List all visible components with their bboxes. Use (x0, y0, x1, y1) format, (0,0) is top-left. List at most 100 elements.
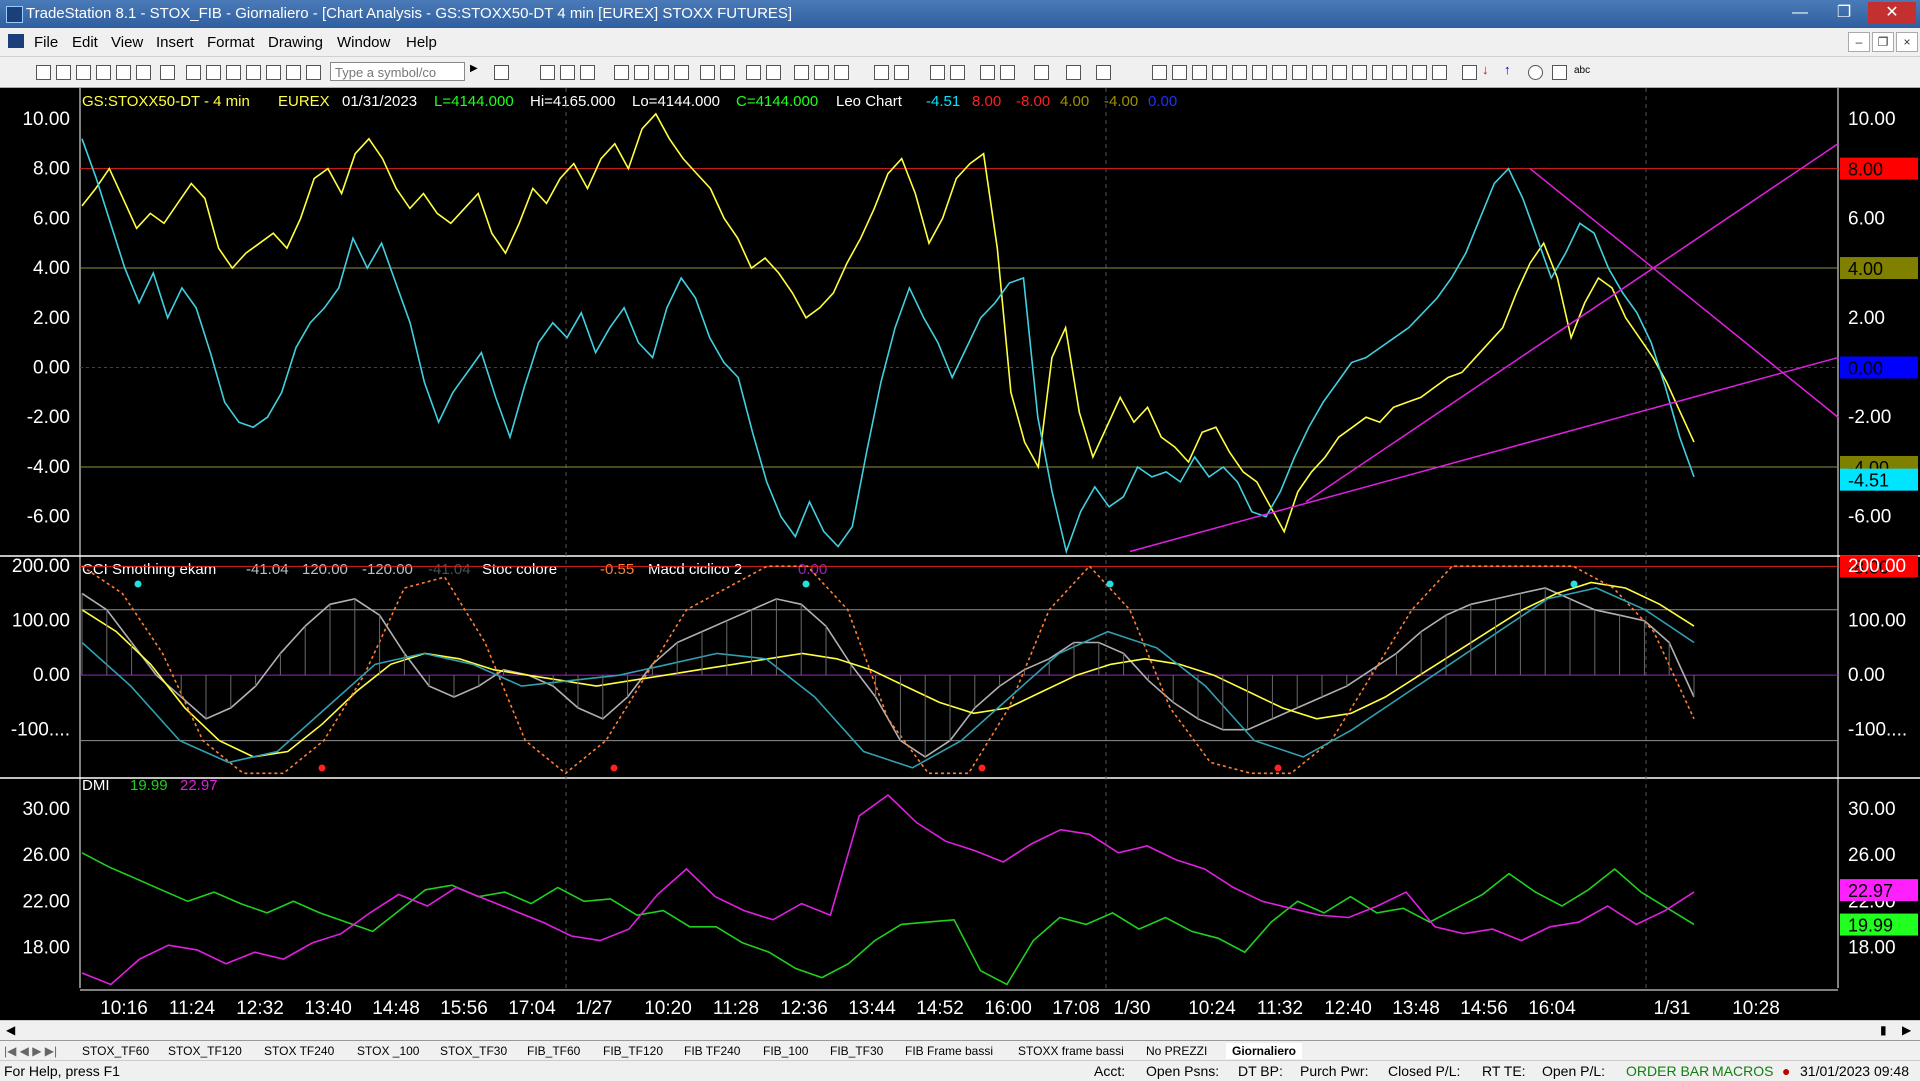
menu-edit[interactable]: Edit (72, 34, 98, 51)
new-workspace-icon[interactable] (96, 65, 111, 80)
tab-stox-tf120[interactable]: STOX_TF120 (168, 1043, 242, 1059)
attach-icon[interactable] (1066, 65, 1081, 80)
tab-stox-tf60[interactable]: STOX_TF60 (82, 1043, 149, 1059)
arrow-down-icon[interactable]: ↓ (1482, 62, 1495, 77)
minimize-button[interactable]: — (1780, 2, 1820, 24)
lookup-icon[interactable] (494, 65, 509, 80)
maximize-button[interactable]: ❐ (1824, 2, 1864, 24)
open-workspace-icon[interactable] (76, 65, 91, 80)
globe-icon[interactable] (286, 65, 301, 80)
menu-format[interactable]: Format (207, 34, 255, 51)
andrews-icon[interactable] (1332, 65, 1347, 80)
trendline-tool-icon[interactable] (1152, 65, 1167, 80)
symbol-input[interactable]: Type a symbol/co (330, 62, 465, 81)
cursor-icon[interactable] (980, 65, 995, 80)
format-icon-2[interactable] (560, 65, 575, 80)
fib-lines-icon[interactable] (1172, 65, 1187, 80)
lock-icon[interactable] (246, 65, 261, 80)
fan-icon[interactable] (1232, 65, 1247, 80)
matrix-icon[interactable] (226, 65, 241, 80)
time-label-10: 12:36 (780, 998, 828, 1019)
series-2-1 (81, 793, 1695, 986)
tab-fib-tf120[interactable]: FIB_TF120 (603, 1043, 663, 1059)
zoom-in-icon[interactable] (930, 65, 945, 80)
mdi-restore-button[interactable]: ❐ (1872, 32, 1894, 52)
text-tool-icon[interactable]: abc (1574, 65, 1596, 78)
tab-stoxx-frame-bassi[interactable]: STOXX frame bassi (1018, 1043, 1124, 1059)
scroll-right-icon[interactable]: ▶ (1902, 1023, 1911, 1037)
order-bar-button[interactable]: ORDER BAR (1626, 1063, 1709, 1079)
scan-icon[interactable] (746, 65, 761, 80)
horizontal-scrollbar[interactable]: ◀ ▮ ▶ (0, 1020, 1920, 1041)
zoom-icon-1[interactable] (874, 65, 889, 80)
tab-no-prezzi[interactable]: No PREZZI (1146, 1043, 1207, 1059)
tab-stox-tf240[interactable]: STOX TF240 (264, 1043, 334, 1059)
check-icon[interactable] (1462, 65, 1477, 80)
analysis-icon-1[interactable] (614, 65, 629, 80)
window-icon-2[interactable] (720, 65, 735, 80)
regression-icon[interactable] (1272, 65, 1287, 80)
tab-fib-frame-bassi[interactable]: FIB Frame bassi (905, 1043, 993, 1059)
tab-fib-tf240[interactable]: FIB TF240 (684, 1043, 740, 1059)
close-button[interactable]: ✕ (1868, 2, 1916, 24)
folder-icon[interactable] (116, 65, 131, 80)
tab-fib-100[interactable]: FIB_100 (763, 1043, 808, 1059)
tab-stox-100[interactable]: STOX _100 (357, 1043, 419, 1059)
tab-stox-tf30[interactable]: STOX_TF30 (440, 1043, 507, 1059)
new-icon[interactable] (36, 65, 51, 80)
scroll-handle-icon[interactable]: ▮ (1880, 1023, 1887, 1037)
mdi-minimize-button[interactable]: – (1848, 32, 1870, 52)
window-icon-1[interactable] (700, 65, 715, 80)
channel-icon[interactable] (1212, 65, 1227, 80)
zoom-icon-2[interactable] (894, 65, 909, 80)
analysis-icon-4[interactable] (674, 65, 689, 80)
menu-drawing[interactable]: Drawing (268, 34, 323, 51)
menu-help[interactable]: Help (406, 34, 437, 51)
speed-lines-icon[interactable] (1312, 65, 1327, 80)
format-icon-1[interactable] (540, 65, 555, 80)
radar-icon[interactable] (206, 65, 221, 80)
tab-giornaliero[interactable]: Giornaliero (1226, 1043, 1303, 1059)
vertical-lines-icon[interactable] (1292, 65, 1307, 80)
bar-chart-icon[interactable] (794, 65, 809, 80)
arrow-up-icon[interactable]: ↑ (1504, 62, 1517, 77)
horizontal-lines-icon[interactable] (1192, 65, 1207, 80)
rectangle-icon[interactable] (1552, 65, 1567, 80)
menu-view[interactable]: View (111, 34, 143, 51)
format-icon-3[interactable] (580, 65, 595, 80)
measure-icon[interactable] (1392, 65, 1407, 80)
zoom-out-icon[interactable] (950, 65, 965, 80)
analysis-icon-3[interactable] (654, 65, 669, 80)
menu-insert[interactable]: Insert (156, 34, 194, 51)
ellipse-icon[interactable] (1528, 65, 1543, 80)
analysis-icon-2[interactable] (634, 65, 649, 80)
link-icon[interactable] (266, 65, 281, 80)
print-icon[interactable] (160, 65, 175, 80)
tab-fib-tf30[interactable]: FIB_TF30 (830, 1043, 883, 1059)
tab-fib-tf60[interactable]: FIB_TF60 (527, 1043, 580, 1059)
pitchfork-icon[interactable] (1412, 65, 1427, 80)
hammer-icon[interactable] (1034, 65, 1049, 80)
binoculars-icon[interactable] (766, 65, 781, 80)
crosshair-icon[interactable] (1000, 65, 1015, 80)
money-icon[interactable] (306, 65, 321, 80)
menu-file[interactable]: File (34, 34, 58, 51)
macros-button[interactable]: MACROS (1712, 1063, 1773, 1079)
mdi-close-button[interactable]: × (1896, 32, 1918, 52)
menu-window[interactable]: Window (337, 34, 390, 51)
scroll-left-icon[interactable]: ◀ (6, 1023, 15, 1037)
indicator-value-2: 8.00 (972, 93, 1001, 110)
play-icon[interactable]: ▶ (470, 63, 483, 76)
ray-icon[interactable] (1372, 65, 1387, 80)
ohlc-icon[interactable] (834, 65, 849, 80)
chart-window-icon[interactable] (186, 65, 201, 80)
chart-area[interactable]: GS:STOXX50-DT - 4 min EUREX 01/31/2023 L… (0, 88, 1920, 1028)
candle-icon[interactable] (814, 65, 829, 80)
arc-icon[interactable] (1352, 65, 1367, 80)
tab-nav-arrows[interactable]: |◀ ◀ ▶ ▶| (4, 1043, 57, 1059)
cci-value-2: 120.00 (302, 561, 348, 578)
save-icon[interactable] (136, 65, 151, 80)
gann-icon[interactable] (1252, 65, 1267, 80)
pencil-icon[interactable] (1432, 65, 1447, 80)
open-icon[interactable] (56, 65, 71, 80)
